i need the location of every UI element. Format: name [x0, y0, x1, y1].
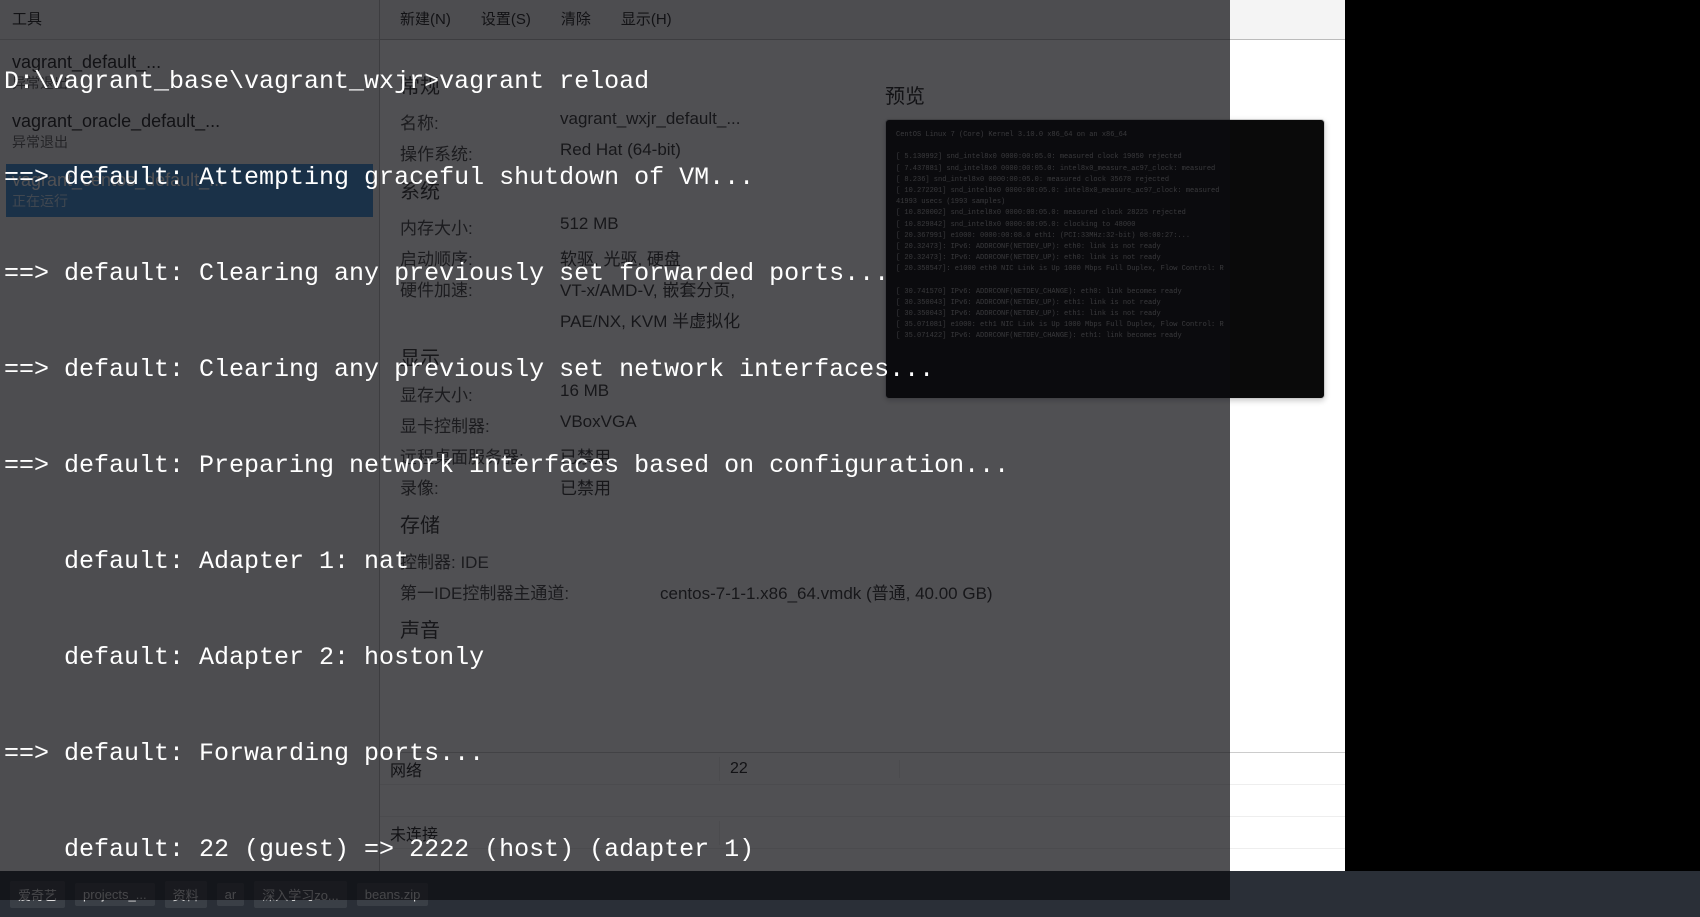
terminal-line: default: 22 (guest) => 2222 (host) (adap…: [4, 834, 1226, 866]
terminal-output[interactable]: D:\vagrant_base\vagrant_wxjr>vagrant rel…: [0, 0, 1230, 917]
terminal-line: ==> default: Clearing any previously set…: [4, 354, 1226, 386]
terminal-window[interactable]: D:\vagrant_base\vagrant_wxjr>vagrant rel…: [0, 0, 1230, 900]
right-black-area: [1345, 0, 1700, 917]
terminal-line: ==> default: Preparing network interface…: [4, 450, 1226, 482]
terminal-line: ==> default: Attempting graceful shutdow…: [4, 162, 1226, 194]
terminal-line: D:\vagrant_base\vagrant_wxjr>vagrant rel…: [4, 66, 1226, 98]
terminal-line: default: Adapter 1: nat: [4, 546, 1226, 578]
terminal-line: default: Adapter 2: hostonly: [4, 642, 1226, 674]
terminal-line: ==> default: Clearing any previously set…: [4, 258, 1226, 290]
terminal-line: ==> default: Forwarding ports...: [4, 738, 1226, 770]
